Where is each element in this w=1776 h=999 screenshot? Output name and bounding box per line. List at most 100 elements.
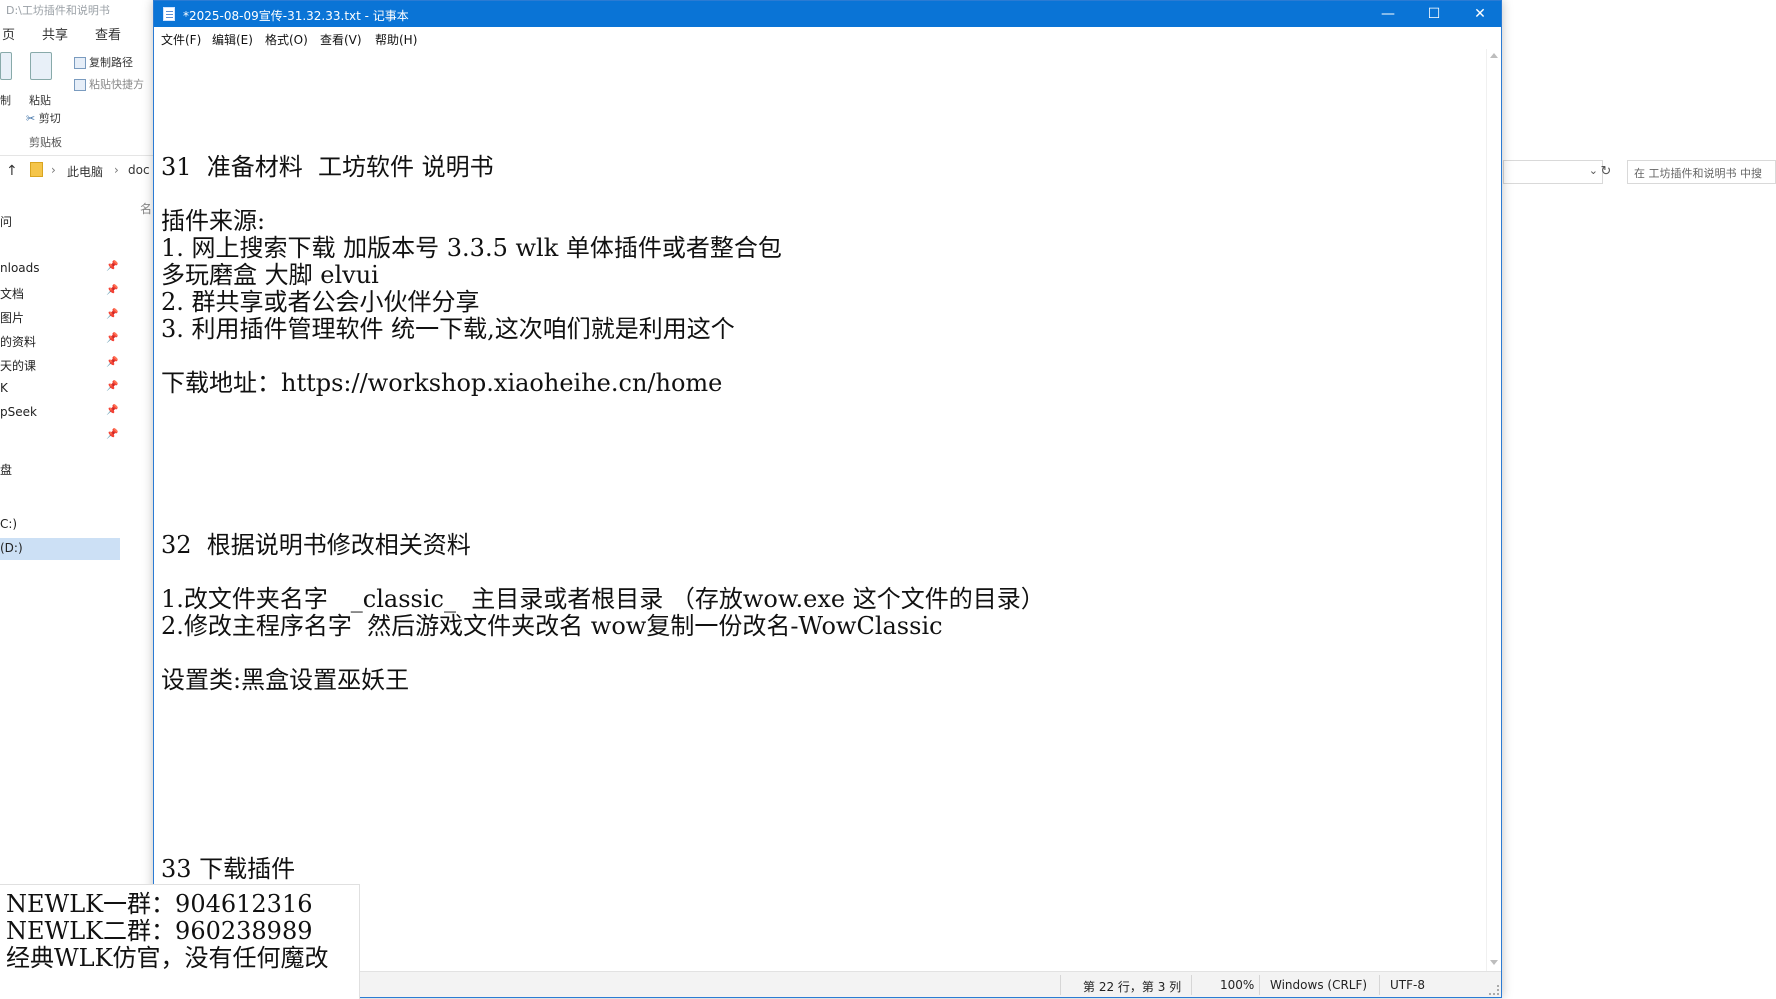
scroll-up-icon[interactable] bbox=[1490, 53, 1498, 58]
text-line: 设置类:黑盒设置巫妖王 bbox=[161, 666, 410, 694]
group-info-overlay: NEWLK一群：904612316 NEWLK二群：960238989 经典WL… bbox=[0, 884, 360, 999]
paste-shortcut-icon bbox=[74, 79, 86, 91]
nav-item-label: 天的课 bbox=[0, 359, 37, 373]
nav-item[interactable]: 文档 📌 bbox=[0, 282, 120, 304]
text-line: 1.改文件夹名字 _classic_ 主目录或者根目录 （存放wow.exe 这… bbox=[161, 585, 1045, 613]
text-line: 插件来源: bbox=[161, 207, 266, 235]
nav-item[interactable]: 的资料 📌 bbox=[0, 330, 120, 352]
text-line: 31 准备材料 工坊软件 说明书 bbox=[161, 153, 494, 181]
pin-icon: 📌 bbox=[106, 333, 119, 344]
explorer-search-input[interactable]: 在 工坊插件和说明书 中搜 bbox=[1627, 160, 1776, 184]
copy-path-icon bbox=[74, 57, 86, 69]
menu-help[interactable]: 帮助(H) bbox=[375, 31, 417, 48]
status-divider bbox=[1379, 975, 1380, 995]
nav-item-label: 盘 bbox=[0, 463, 13, 477]
overlay-line: NEWLK二群：960238989 bbox=[6, 917, 313, 945]
tab-view[interactable]: 查看 bbox=[95, 24, 121, 43]
notepad-titlebar[interactable]: *2025-08-09宣传-31.32.33.txt - 记事本 — ☐ ✕ bbox=[154, 1, 1501, 27]
paste-shortcut-button[interactable]: 粘贴快捷方 bbox=[74, 76, 144, 92]
address-dropdown[interactable]: ⌄ bbox=[1503, 160, 1603, 184]
breadcrumb-doc[interactable]: doc bbox=[128, 163, 150, 177]
overlay-line: NEWLK一群：904612316 bbox=[6, 890, 313, 918]
maximize-button[interactable]: ☐ bbox=[1411, 1, 1457, 27]
pin-icon: 📌 bbox=[106, 405, 119, 416]
copy-path-label: 复制路径 bbox=[89, 56, 133, 69]
menu-view[interactable]: 查看(V) bbox=[320, 31, 362, 48]
copy-path-button[interactable]: 复制路径 bbox=[74, 54, 133, 70]
zoom-level: 100% bbox=[1220, 978, 1255, 992]
cut-label: 剪切 bbox=[38, 112, 61, 125]
copy-button[interactable] bbox=[0, 52, 12, 83]
encoding: UTF-8 bbox=[1390, 978, 1425, 992]
paste-icon bbox=[30, 52, 52, 80]
nav-item-label: nloads bbox=[0, 261, 40, 275]
nav-item-label: 的资料 bbox=[0, 335, 37, 349]
pin-icon: 📌 bbox=[106, 381, 119, 392]
explorer-nav-pane: 问 nloads 📌 文档 📌 图片 📌 的资料 📌 天的课 📌 K 📌 pSeek 📌 📌 … bbox=[0, 200, 120, 580]
nav-item[interactable]: 图片 📌 bbox=[0, 306, 120, 328]
pin-icon: 📌 bbox=[106, 429, 119, 440]
up-arrow-icon[interactable]: ↑ bbox=[6, 163, 18, 179]
nav-item[interactable]: pSeek 📌 bbox=[0, 402, 120, 424]
tab-home[interactable]: 页 bbox=[2, 24, 15, 43]
copy-label: 制 bbox=[0, 94, 11, 107]
pin-icon: 📌 bbox=[106, 285, 119, 296]
text-line: 多玩磨盒 大脚 elvui bbox=[161, 261, 379, 289]
nav-item-drive-d[interactable]: (D:) bbox=[0, 538, 120, 560]
pin-icon: 📌 bbox=[106, 261, 119, 272]
menu-file[interactable]: 文件(F) bbox=[161, 31, 201, 48]
text-line: 下载地址：https://workshop.xiaoheihe.cn/home bbox=[161, 369, 723, 397]
menu-format[interactable]: 格式(O) bbox=[265, 31, 308, 48]
status-divider bbox=[1259, 975, 1260, 995]
name-column-header[interactable]: 名 bbox=[140, 200, 152, 217]
nav-item-label: K bbox=[0, 381, 8, 395]
nav-item[interactable]: 天的课 📌 bbox=[0, 354, 120, 376]
paste-label: 粘贴 bbox=[29, 94, 51, 107]
text-line: 3. 利用插件管理软件 统一下载,这次咱们就是利用这个 bbox=[161, 315, 735, 343]
scroll-down-icon[interactable] bbox=[1490, 960, 1498, 965]
notepad-window: *2025-08-09宣传-31.32.33.txt - 记事本 — ☐ ✕ 文… bbox=[153, 0, 1502, 998]
text-line: 32 根据说明书修改相关资料 bbox=[161, 531, 471, 559]
nav-item-label: 文档 bbox=[0, 287, 25, 301]
notepad-menubar: 文件(F) 编辑(E) 格式(O) 查看(V) 帮助(H) bbox=[154, 27, 1501, 49]
explorer-title: D:\工坊插件和说明书 bbox=[6, 4, 110, 17]
breadcrumb-chevron-icon: › bbox=[51, 163, 56, 177]
nav-item[interactable]: 问 bbox=[0, 210, 120, 232]
text-line: 2. 群共享或者公会小伙伴分享 bbox=[161, 288, 480, 316]
cursor-position: 第 22 行，第 3 列 bbox=[1083, 980, 1182, 994]
refresh-icon[interactable]: ↻ bbox=[1595, 161, 1617, 183]
resize-grip-icon[interactable] bbox=[1489, 985, 1499, 995]
status-divider bbox=[1191, 975, 1192, 995]
nav-item[interactable]: 盘 bbox=[0, 458, 120, 480]
breadcrumb-this-pc[interactable]: 此电脑 bbox=[67, 163, 103, 180]
folder-icon bbox=[30, 162, 43, 177]
close-button[interactable]: ✕ bbox=[1457, 1, 1503, 27]
cut-button[interactable]: ✂ 剪切 bbox=[26, 110, 61, 126]
menu-edit[interactable]: 编辑(E) bbox=[212, 31, 253, 48]
notepad-icon bbox=[163, 7, 175, 21]
nav-item[interactable]: K 📌 bbox=[0, 378, 120, 400]
explorer-ribbon: 制 粘贴 复制路径 粘贴快捷方 ✂ 剪切 剪贴板 bbox=[0, 46, 160, 156]
text-editor[interactable]: 31 准备材料 工坊软件 说明书 插件来源: 1. 网上搜索下载 加版本号 3.… bbox=[154, 49, 1486, 971]
text-line: 33 下载插件 bbox=[161, 855, 296, 883]
pin-icon: 📌 bbox=[106, 309, 119, 320]
paste-shortcut-label: 粘贴快捷方 bbox=[89, 78, 144, 91]
scissors-icon: ✂ bbox=[26, 112, 36, 125]
explorer-address-bar[interactable]: ↑ › 此电脑 › doc 名 bbox=[0, 160, 160, 216]
nav-item[interactable]: nloads 📌 bbox=[0, 258, 120, 280]
nav-item-label: 图片 bbox=[0, 311, 25, 325]
nav-item-drive-c[interactable]: C:) bbox=[0, 514, 120, 536]
explorer-ribbon-tabs: 页 共享 查看 bbox=[0, 20, 160, 44]
text-line: 1. 网上搜索下载 加版本号 3.3.5 wlk 单体插件或者整合包 bbox=[161, 234, 782, 262]
tab-share[interactable]: 共享 bbox=[42, 24, 68, 43]
pin-icon: 📌 bbox=[106, 357, 119, 368]
text-line: 2.修改主程序名字 然后游戏文件夹改名 wow复制一份改名-WowClassic bbox=[161, 612, 943, 640]
window-title: *2025-08-09宣传-31.32.33.txt - 记事本 bbox=[183, 9, 409, 23]
vertical-scrollbar[interactable] bbox=[1486, 49, 1501, 971]
nav-item-label: 问 bbox=[0, 215, 13, 229]
nav-item[interactable] bbox=[0, 482, 120, 504]
copy-icon bbox=[0, 52, 12, 80]
minimize-button[interactable]: — bbox=[1365, 1, 1411, 27]
paste-button[interactable] bbox=[30, 52, 52, 83]
nav-item[interactable]: 📌 bbox=[0, 426, 120, 448]
